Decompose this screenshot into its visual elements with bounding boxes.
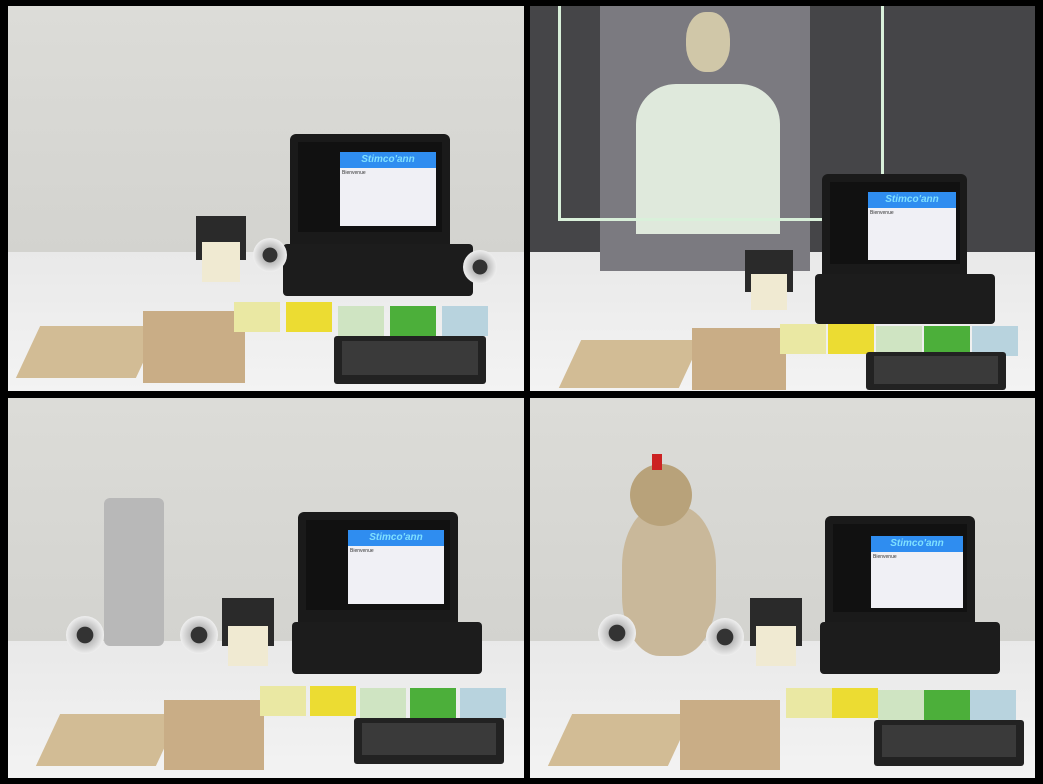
speaker-left (253, 238, 287, 272)
laptop-screen: Stimco'ann Bienvenue (833, 524, 967, 612)
cardboard-box (692, 328, 786, 390)
camera-box (222, 598, 274, 666)
app-text: Bienvenue (342, 170, 366, 176)
card-5 (460, 688, 506, 718)
cardboard-box (680, 700, 780, 770)
turtle-crest (652, 454, 662, 470)
speaker-right (180, 616, 218, 654)
tablet-screen (874, 356, 998, 384)
turtle-head (630, 464, 692, 526)
card-2 (832, 688, 878, 718)
app-window: Stimco'ann Bienvenue (868, 192, 956, 260)
laptop-keyboard (283, 244, 473, 296)
card-4 (924, 690, 970, 720)
laptop-screen: Stimco'ann Bienvenue (830, 182, 960, 264)
speaker-right (706, 618, 744, 656)
panel-turtle: Stimco'ann Bienvenue (530, 398, 1035, 778)
laptop: Stimco'ann Bienvenue (298, 512, 458, 624)
app-title: Stimco'ann (340, 152, 436, 168)
panel-avatar: Stimco'ann Bienvenue (530, 6, 1035, 391)
speaker-left (66, 616, 104, 654)
card-5 (442, 306, 488, 336)
box-flap (15, 326, 161, 378)
speaker-left (598, 614, 636, 652)
humanoid-robot (104, 498, 164, 646)
card-1 (260, 686, 306, 716)
panel-robot: Stimco'ann Bienvenue (8, 398, 524, 778)
tablet (874, 720, 1024, 766)
app-window: Stimco'ann Bienvenue (871, 536, 963, 608)
camera-front (228, 626, 268, 666)
laptop-keyboard (292, 622, 482, 674)
app-window: Stimco'ann Bienvenue (340, 152, 436, 226)
speaker-right (463, 250, 497, 284)
card-1 (234, 302, 280, 332)
tablet (866, 352, 1006, 390)
camera-box (196, 216, 246, 282)
card-2 (310, 686, 356, 716)
cardboard-box (143, 311, 245, 383)
app-title: Stimco'ann (871, 536, 963, 552)
camera-box (750, 598, 802, 666)
laptop: Stimco'ann Bienvenue (825, 516, 975, 624)
turtle-plush (622, 506, 716, 656)
app-title: Stimco'ann (868, 192, 956, 208)
card-2 (286, 302, 332, 332)
tablet-screen (882, 725, 1016, 757)
box-flap (35, 714, 181, 766)
card-1 (786, 688, 832, 718)
panel-laptop: Stimco'ann Bienvenue (8, 6, 524, 391)
photo-grid: Stimco'ann Bienvenue Stimco'ann Bienvenu… (0, 0, 1043, 784)
box-flap (547, 714, 693, 766)
app-text: Bienvenue (870, 210, 894, 216)
card-4 (390, 306, 436, 336)
app-window: Stimco'ann Bienvenue (348, 530, 444, 604)
camera-front (756, 626, 796, 666)
card-1 (780, 324, 826, 354)
laptop-screen: Stimco'ann Bienvenue (298, 142, 442, 232)
laptop: Stimco'ann Bienvenue (290, 134, 450, 246)
app-title: Stimco'ann (348, 530, 444, 546)
box-flap (558, 340, 702, 388)
app-text: Bienvenue (350, 548, 374, 554)
card-3 (360, 688, 406, 718)
camera-front (751, 274, 787, 310)
app-text: Bienvenue (873, 554, 897, 560)
laptop: Stimco'ann Bienvenue (822, 174, 967, 278)
cardboard-box (164, 700, 264, 770)
camera-box (745, 250, 793, 310)
card-5 (970, 690, 1016, 720)
laptop-keyboard (820, 622, 1000, 674)
tablet (334, 336, 486, 384)
laptop-screen: Stimco'ann Bienvenue (306, 520, 450, 610)
card-4 (410, 688, 456, 718)
tablet (354, 718, 504, 764)
card-2 (828, 324, 874, 354)
laptop-keyboard (815, 274, 995, 324)
card-3 (338, 306, 384, 336)
tablet-screen (342, 341, 478, 375)
camera-front (202, 242, 240, 282)
card-3 (878, 690, 924, 720)
tablet-screen (362, 723, 496, 755)
